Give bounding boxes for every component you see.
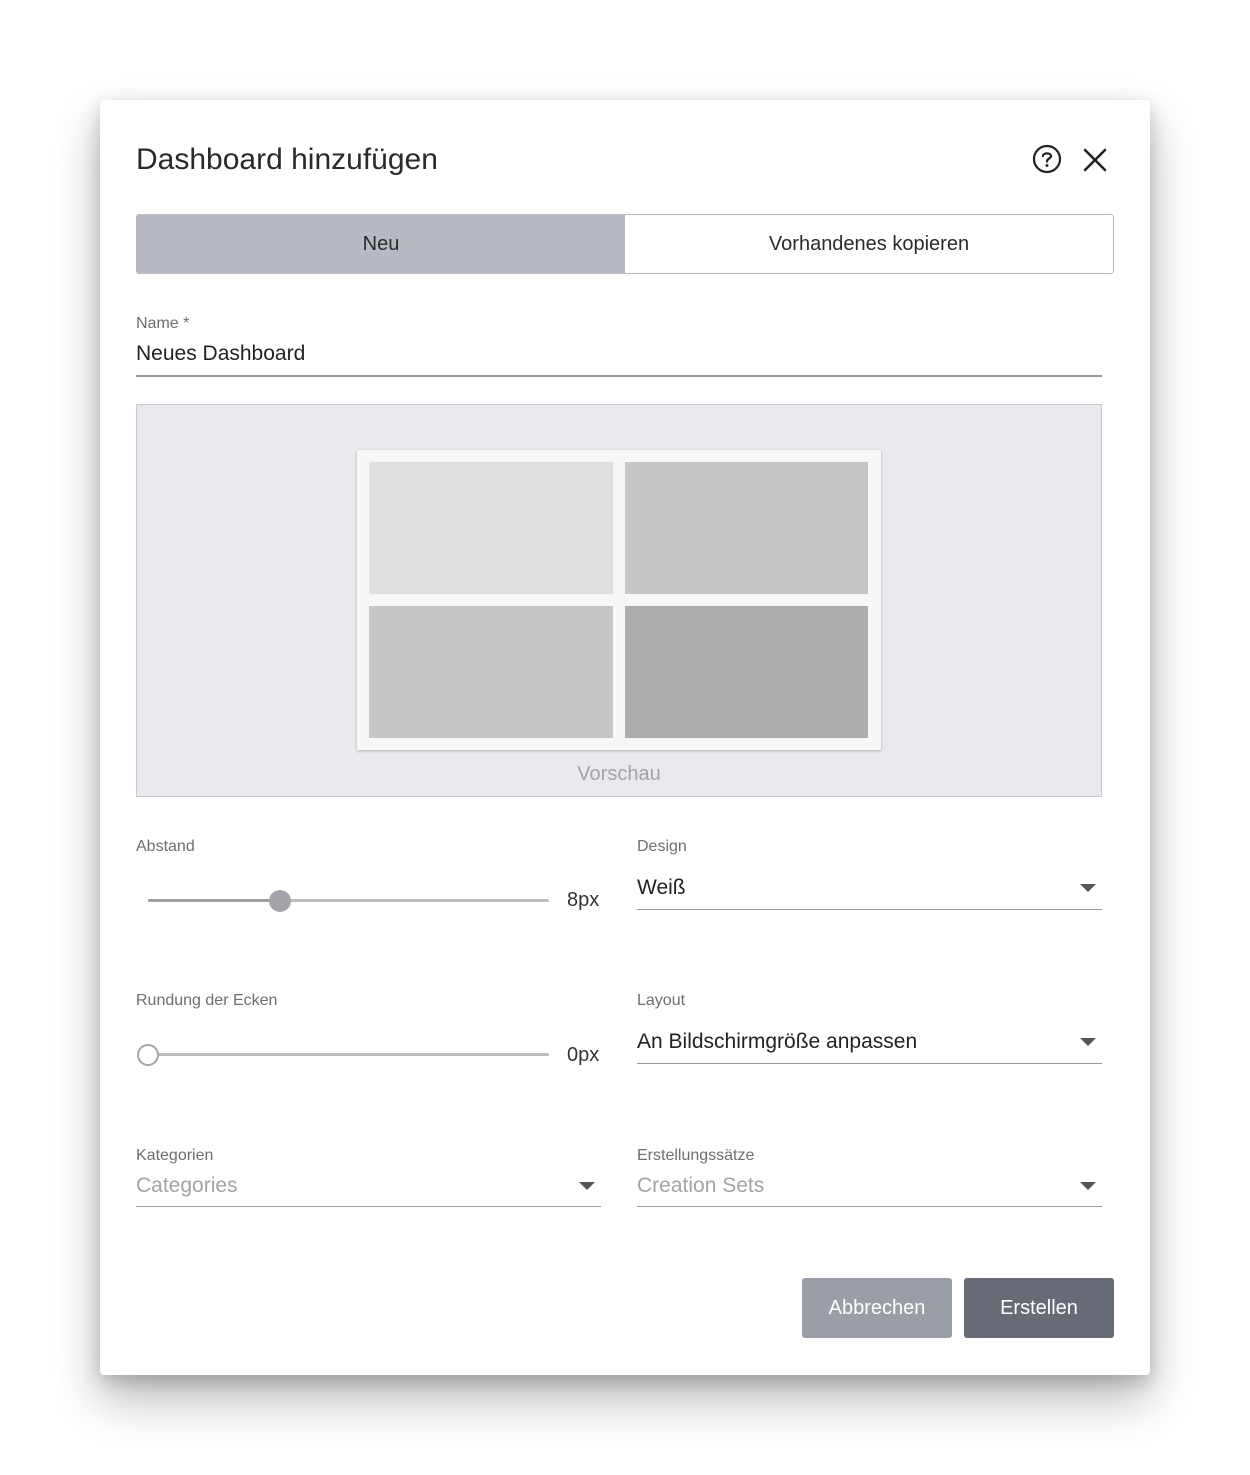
name-field-label: Name * (136, 315, 190, 332)
chevron-down-icon (579, 1182, 595, 1190)
spacing-label: Abstand (136, 838, 195, 855)
corner-radius-value: 0px (567, 1044, 600, 1066)
categories-select[interactable]: Categories (136, 1172, 601, 1207)
preview-tile (625, 606, 868, 738)
corner-radius-label: Rundung der Ecken (136, 992, 278, 1009)
chevron-down-icon (1080, 1038, 1096, 1046)
close-icon[interactable] (1082, 147, 1108, 173)
design-select[interactable]: Weiß (637, 874, 1102, 910)
chevron-down-icon (1080, 1182, 1096, 1190)
mode-toggle-group: Neu Vorhandenes kopieren (136, 214, 1114, 274)
creation-sets-select[interactable]: Creation Sets (637, 1172, 1102, 1207)
name-input[interactable]: Neues Dashboard (136, 341, 1102, 377)
preview-tile (369, 462, 613, 594)
spacing-value: 8px (567, 889, 600, 911)
help-circle-icon[interactable] (1032, 144, 1062, 174)
creation-sets-label: Erstellungssätze (637, 1147, 755, 1164)
preview-label: Vorschau (577, 763, 661, 785)
cancel-button[interactable]: Abbrechen (802, 1278, 952, 1338)
add-dashboard-dialog: Dashboard hinzufügen Neu Vorhandenes kop… (100, 100, 1150, 1375)
preview-card (357, 450, 881, 750)
layout-label: Layout (637, 992, 686, 1009)
categories-placeholder: Categories (136, 1174, 238, 1197)
spacing-slider-fill (148, 899, 281, 902)
corner-radius-slider-track[interactable] (148, 1053, 549, 1056)
create-button[interactable]: Erstellen (964, 1278, 1114, 1338)
tab-copy-existing[interactable]: Vorhandenes kopieren (625, 215, 1113, 273)
layout-select[interactable]: An Bildschirmgröße anpassen (637, 1028, 1102, 1064)
design-label: Design (637, 838, 687, 855)
tab-new[interactable]: Neu (137, 215, 625, 273)
chevron-down-icon (1080, 884, 1096, 892)
preview-tile (625, 462, 868, 594)
layout-select-value: An Bildschirmgröße anpassen (637, 1030, 918, 1053)
spacing-slider-thumb[interactable] (269, 890, 292, 912)
preview-panel: Vorschau (136, 404, 1102, 797)
dialog-title: Dashboard hinzufügen (136, 143, 438, 176)
categories-label: Kategorien (136, 1147, 214, 1164)
design-select-value: Weiß (637, 876, 686, 899)
creation-sets-placeholder: Creation Sets (637, 1174, 765, 1197)
corner-radius-slider-thumb[interactable] (137, 1044, 159, 1066)
preview-tile (369, 606, 613, 738)
